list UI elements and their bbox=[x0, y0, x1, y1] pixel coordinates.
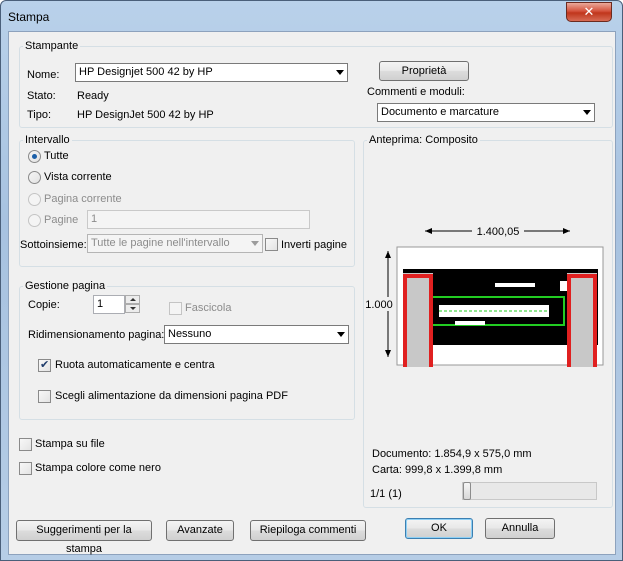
stepper-up-icon[interactable] bbox=[125, 295, 140, 304]
range-current-view-radio[interactable] bbox=[28, 171, 41, 184]
advanced-button[interactable]: Avanzate bbox=[166, 520, 234, 541]
preview-canvas: 1.400,05 1.000 bbox=[365, 224, 604, 367]
printer-type-label: Tipo: bbox=[27, 109, 52, 121]
page-slider[interactable] bbox=[462, 482, 597, 500]
printer-name-select[interactable]: HP Designjet 500 42 by HP bbox=[75, 63, 348, 82]
reverse-pages-checkbox[interactable] bbox=[265, 238, 278, 251]
height-dimension-label: 1.000 bbox=[365, 299, 393, 311]
stepper-down-icon[interactable] bbox=[125, 304, 140, 313]
ok-button[interactable]: OK bbox=[405, 518, 473, 539]
drawing-detail bbox=[495, 283, 535, 287]
close-button[interactable]: ✕ bbox=[566, 2, 612, 22]
collate-label[interactable]: Fascicola bbox=[185, 302, 231, 314]
subset-label: Sottoinsieme: bbox=[20, 239, 87, 251]
print-tips-button[interactable]: Suggerimenti per la stampa bbox=[16, 520, 152, 555]
print-dialog: Stampa ✕ Stampante Nome: HP Designjet 50… bbox=[0, 0, 623, 561]
left-margin-block bbox=[403, 273, 433, 367]
range-pages-radio[interactable] bbox=[28, 214, 41, 227]
paper-size-text: Carta: 999,8 x 1.399,8 mm bbox=[372, 464, 503, 476]
auto-rotate-checkbox[interactable] bbox=[38, 358, 51, 372]
preview-label: Anteprima: Composito bbox=[367, 134, 480, 146]
range-current-page-label[interactable]: Pagina corrente bbox=[44, 193, 122, 205]
copies-label: Copie: bbox=[28, 299, 60, 311]
printer-name-value: HP Designjet 500 42 by HP bbox=[79, 66, 213, 78]
range-current-page-radio[interactable] bbox=[28, 193, 41, 206]
copies-stepper[interactable] bbox=[125, 295, 140, 314]
pages-input[interactable]: 1 bbox=[87, 210, 310, 229]
printer-name-label: Nome: bbox=[27, 69, 60, 81]
range-all-radio[interactable] bbox=[28, 150, 41, 163]
range-current-view-label[interactable]: Vista corrente bbox=[44, 171, 112, 183]
page-indicator: 1/1 (1) bbox=[370, 488, 402, 500]
scaling-select[interactable]: Nessuno bbox=[164, 325, 349, 344]
printer-state-value: Ready bbox=[77, 90, 109, 102]
range-group-label: Intervallo bbox=[23, 134, 72, 146]
print-to-file-checkbox[interactable] bbox=[19, 438, 32, 451]
printer-type-value: HP DesignJet 500 42 by HP bbox=[77, 109, 214, 121]
range-all-label[interactable]: Tutte bbox=[44, 150, 69, 162]
cancel-button[interactable]: Annulla bbox=[485, 518, 555, 539]
dialog-body: Stampante Nome: HP Designjet 500 42 by H… bbox=[8, 31, 616, 555]
right-margin-block bbox=[567, 273, 597, 367]
document-size-text: Documento: 1.854,9 x 575,0 mm bbox=[372, 448, 532, 460]
chevron-down-icon bbox=[337, 332, 345, 337]
choose-paper-label[interactable]: Scegli alimentazione da dimensioni pagin… bbox=[55, 390, 288, 402]
comments-forms-label: Commenti e moduli: bbox=[367, 86, 465, 98]
arrow-up-icon bbox=[385, 251, 391, 258]
subset-value: Tutte le pagine nell'intervallo bbox=[91, 237, 230, 249]
window-title: Stampa bbox=[8, 10, 50, 24]
reverse-pages-label[interactable]: Inverti pagine bbox=[281, 239, 347, 251]
collate-checkbox[interactable] bbox=[169, 302, 182, 315]
arrow-right-icon bbox=[563, 228, 570, 234]
auto-rotate-label[interactable]: Ruota automaticamente e centra bbox=[55, 359, 215, 371]
comments-forms-select[interactable]: Documento e marcature bbox=[377, 103, 595, 122]
scaling-label: Ridimensionamento pagina: bbox=[28, 329, 165, 341]
chevron-down-icon bbox=[583, 110, 591, 115]
print-color-as-black-checkbox[interactable] bbox=[19, 462, 32, 475]
arrow-down-icon bbox=[385, 350, 391, 357]
scaling-value: Nessuno bbox=[168, 328, 212, 340]
width-dimension-label: 1.400,05 bbox=[477, 226, 520, 238]
range-pages-label[interactable]: Pagine bbox=[44, 214, 78, 226]
choose-paper-checkbox[interactable] bbox=[38, 390, 51, 403]
page-slider-thumb[interactable] bbox=[463, 482, 471, 500]
arrow-left-icon bbox=[425, 228, 432, 234]
print-to-file-label[interactable]: Stampa su file bbox=[35, 438, 105, 450]
chevron-down-icon bbox=[251, 241, 259, 246]
printer-group-label: Stampante bbox=[23, 40, 81, 52]
title-bar[interactable]: Stampa ✕ bbox=[1, 1, 622, 31]
printer-state-label: Stato: bbox=[27, 90, 56, 102]
properties-button[interactable]: Proprietà bbox=[379, 61, 469, 81]
drawing-detail bbox=[455, 321, 485, 325]
chevron-down-icon bbox=[336, 70, 344, 75]
summarize-comments-button[interactable]: Riepiloga commenti bbox=[250, 520, 366, 541]
comments-forms-value: Documento e marcature bbox=[381, 106, 499, 118]
page-handling-group-label: Gestione pagina bbox=[23, 280, 108, 292]
subset-select[interactable]: Tutte le pagine nell'intervallo bbox=[87, 234, 263, 253]
print-color-as-black-label[interactable]: Stampa colore come nero bbox=[35, 462, 161, 474]
copies-input[interactable]: 1 bbox=[93, 295, 125, 314]
